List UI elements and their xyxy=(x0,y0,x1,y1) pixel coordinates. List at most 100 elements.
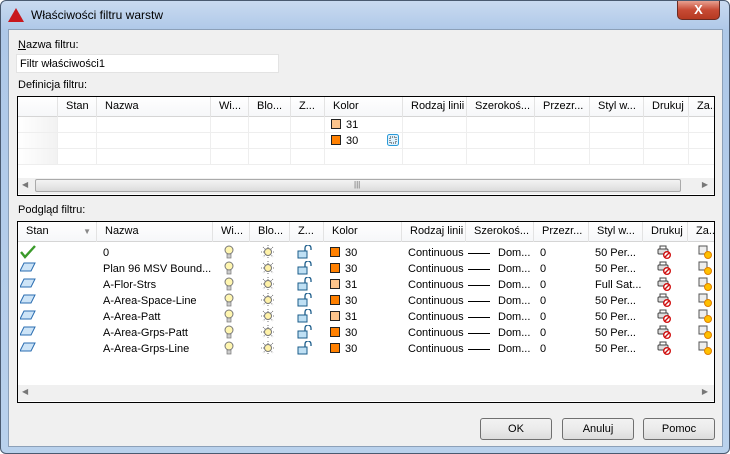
definition-cell[interactable] xyxy=(403,117,467,133)
definition-cell[interactable] xyxy=(644,117,689,133)
preview-cell[interactable] xyxy=(213,309,250,325)
preview-cell[interactable]: Full Sat... xyxy=(589,277,643,293)
definition-cell[interactable] xyxy=(689,149,714,165)
preview-cell[interactable] xyxy=(688,309,714,325)
preview-cell[interactable]: A-Area-Grps-Line xyxy=(97,341,213,357)
preview-cell[interactable]: A-Area-Patt xyxy=(97,309,213,325)
definition-cell[interactable] xyxy=(644,149,689,165)
definition-cell[interactable] xyxy=(291,149,325,165)
preview-cell[interactable] xyxy=(18,341,97,357)
definition-cell[interactable] xyxy=(291,117,325,133)
preview-cell[interactable]: Continuous xyxy=(402,325,466,341)
preview-cell[interactable]: 0 xyxy=(534,293,589,309)
preview-cell[interactable] xyxy=(250,277,290,293)
preview-cell[interactable]: A-Area-Space-Line xyxy=(97,293,213,309)
definition-cell[interactable] xyxy=(211,133,249,149)
definition-column-header[interactable]: Stan xyxy=(58,97,97,117)
preview-cell[interactable] xyxy=(290,341,324,357)
preview-cell[interactable] xyxy=(643,293,688,309)
preview-cell[interactable]: Dom... xyxy=(466,325,534,341)
preview-cell[interactable] xyxy=(18,309,97,325)
preview-cell[interactable]: 0 xyxy=(534,245,589,261)
preview-cell[interactable] xyxy=(688,325,714,341)
definition-column-header[interactable]: Przezr... xyxy=(535,97,590,117)
preview-cell[interactable] xyxy=(688,261,714,277)
preview-cell[interactable] xyxy=(688,245,714,261)
preview-cell[interactable] xyxy=(290,245,324,261)
preview-row[interactable]: A-Area-Grps-Patt 30 Continuous Dom... 0 50 Pe… xyxy=(18,325,714,341)
preview-cell[interactable]: Continuous xyxy=(402,261,466,277)
definition-column-header[interactable]: Blo... xyxy=(249,97,291,117)
preview-cell[interactable]: 50 Per... xyxy=(589,245,643,261)
preview-cell[interactable] xyxy=(688,341,714,357)
scroll-right-arrow[interactable]: ▶ xyxy=(702,180,708,189)
definition-cell[interactable] xyxy=(325,149,403,165)
definition-cell[interactable] xyxy=(535,117,590,133)
preview-cell[interactable]: Continuous xyxy=(402,277,466,293)
preview-cell[interactable]: Dom... xyxy=(466,277,534,293)
preview-cell[interactable]: Dom... xyxy=(466,293,534,309)
preview-cell[interactable]: 50 Per... xyxy=(589,293,643,309)
definition-column-header[interactable]: Drukuj xyxy=(644,97,689,117)
filter-preview-grid[interactable]: Stan ▼ Nazwa Wi... Blo... Z... Kolor Rodzaj lin… xyxy=(17,221,715,403)
definition-cell[interactable] xyxy=(97,133,211,149)
preview-column-header[interactable]: Drukuj xyxy=(643,222,688,242)
preview-cell[interactable] xyxy=(290,293,324,309)
definition-cell[interactable] xyxy=(467,149,535,165)
definition-column-header[interactable]: Za... xyxy=(689,97,714,117)
close-button[interactable]: X xyxy=(677,1,720,20)
preview-cell[interactable] xyxy=(290,325,324,341)
definition-cell[interactable] xyxy=(590,149,644,165)
preview-column-header[interactable]: Szerokoś... xyxy=(466,222,534,242)
definition-column-header[interactable]: Szerokoś... xyxy=(467,97,535,117)
row-header[interactable] xyxy=(18,117,58,133)
preview-cell[interactable] xyxy=(18,245,97,261)
preview-cell[interactable]: Continuous xyxy=(402,341,466,357)
preview-cell[interactable]: 0 xyxy=(97,245,213,261)
definition-cell[interactable]: 30 xyxy=(325,133,403,149)
definition-column-header[interactable]: Kolor xyxy=(325,97,403,117)
preview-cell[interactable]: 50 Per... xyxy=(589,325,643,341)
definition-row[interactable]: 31 xyxy=(18,117,714,133)
preview-cell[interactable] xyxy=(18,325,97,341)
filter-name-input[interactable] xyxy=(16,54,279,73)
definition-cell[interactable] xyxy=(644,133,689,149)
preview-cell[interactable]: 50 Per... xyxy=(589,341,643,357)
preview-column-header[interactable]: Wi... xyxy=(213,222,250,242)
definition-column-header[interactable]: Styl w... xyxy=(590,97,644,117)
definition-cell[interactable] xyxy=(58,117,97,133)
definition-column-header[interactable]: Rodzaj linii xyxy=(403,97,467,117)
preview-cell[interactable] xyxy=(290,277,324,293)
preview-column-header[interactable]: Styl w... xyxy=(589,222,643,242)
preview-cell[interactable]: Dom... xyxy=(466,341,534,357)
preview-cell[interactable]: 0 xyxy=(534,325,589,341)
definition-cell[interactable] xyxy=(689,117,714,133)
preview-cell[interactable] xyxy=(213,341,250,357)
browse-color-button[interactable] xyxy=(387,134,399,148)
preview-row[interactable]: A-Flor-Strs 31 Continuous Dom... 0 Full Sat..… xyxy=(18,277,714,293)
preview-cell[interactable]: Plan 96 MSV Bound... xyxy=(97,261,213,277)
preview-cell[interactable] xyxy=(290,261,324,277)
preview-cell[interactable]: 30 xyxy=(324,245,402,261)
definition-cell[interactable] xyxy=(249,133,291,149)
definition-cell[interactable] xyxy=(535,133,590,149)
preview-cell[interactable]: 0 xyxy=(534,309,589,325)
scroll-left-arrow[interactable]: ◀ xyxy=(22,180,28,189)
preview-cell[interactable]: Continuous xyxy=(402,293,466,309)
definition-cell[interactable] xyxy=(97,117,211,133)
preview-column-header[interactable]: Przezr... xyxy=(534,222,589,242)
help-button[interactable]: Pomoc xyxy=(643,418,715,440)
definition-row[interactable] xyxy=(18,149,714,165)
preview-cell[interactable]: 31 xyxy=(324,277,402,293)
preview-cell[interactable] xyxy=(250,261,290,277)
definition-cell[interactable] xyxy=(58,133,97,149)
definition-cell[interactable] xyxy=(403,149,467,165)
preview-cell[interactable]: Continuous xyxy=(402,245,466,261)
preview-cell[interactable]: 31 xyxy=(324,309,402,325)
cancel-button[interactable]: Anuluj xyxy=(562,418,634,440)
preview-cell[interactable] xyxy=(250,245,290,261)
definition-horizontal-scrollbar[interactable]: ◀ ||| ▶ xyxy=(18,178,714,194)
preview-cell[interactable] xyxy=(18,261,97,277)
definition-cell[interactable] xyxy=(58,149,97,165)
preview-column-header[interactable]: Za... xyxy=(688,222,714,242)
